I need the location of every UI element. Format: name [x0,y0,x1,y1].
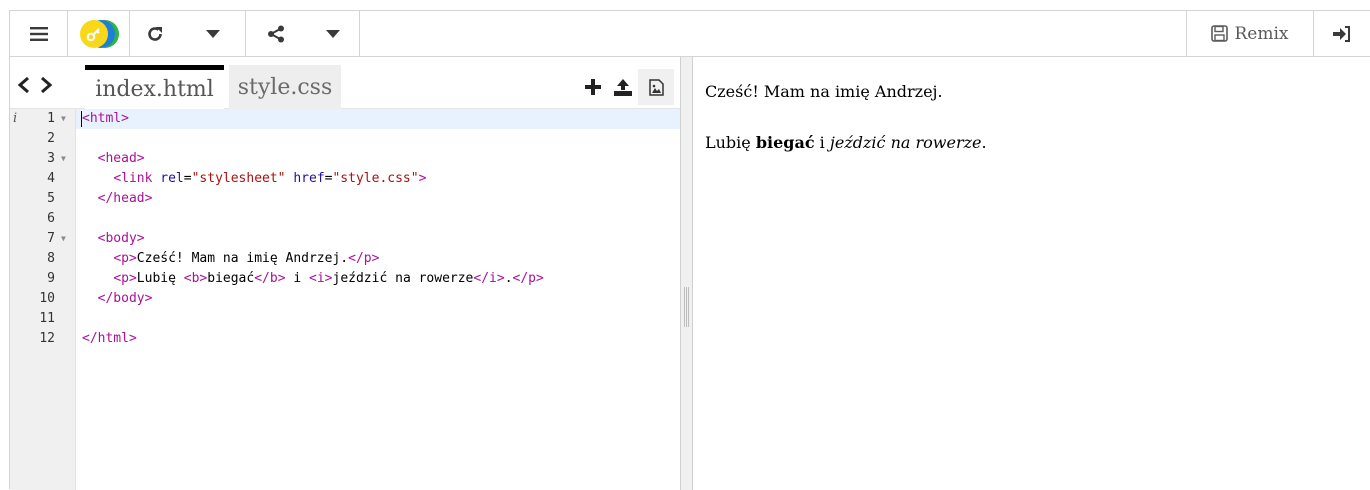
preview-pane: Cześć! Mam na imię Andrzej. Lubię biegać… [693,57,1370,490]
preview-paragraph-2: Lubię biegać i jeździć na rowerze. [705,133,987,152]
code-line[interactable]: </body> [82,289,153,309]
add-file-button[interactable] [578,69,608,105]
tab-index-html[interactable]: index.html [85,65,224,109]
login-button[interactable] [1314,11,1370,56]
code-line[interactable]: <p>Cześć! Mam na imię Andrzej.</p> [82,249,379,269]
preview-paragraph-1: Cześć! Mam na imię Andrzej. [705,82,943,101]
p2-text-end: . [981,133,987,152]
remix-button[interactable]: Remix [1186,11,1314,56]
fold-marker-icon[interactable]: ▼ [61,109,66,129]
plus-icon [585,79,601,95]
next-file-icon[interactable] [38,76,54,94]
menu-button[interactable] [10,11,68,56]
gutter-line: 10 [10,289,76,309]
info-marker[interactable]: i [13,109,17,129]
menu-icon [29,26,48,41]
reload-button[interactable] [130,11,180,56]
line-number: 11 [39,311,55,326]
p2-italic-text: jeździć na rowerze [829,133,982,152]
line-number: 2 [47,131,55,146]
logo-icon [79,19,119,48]
share-dropdown-button[interactable] [306,11,360,56]
line-number: 1 [47,111,55,126]
file-nav [16,73,64,97]
code-line[interactable]: <html> [82,109,129,129]
p2-text-middle: i [814,133,830,152]
p2-bold-text: biegać [755,133,815,152]
gutter-line: 6 [10,209,76,229]
gutter-line: 3 ▼ [10,149,76,169]
reload-icon [148,26,162,41]
tab-style-css[interactable]: style.css [229,65,341,109]
code-line[interactable]: <head> [82,149,145,169]
tab-tools [578,69,674,105]
share-icon [268,25,284,42]
prev-file-icon[interactable] [16,76,32,94]
code-line[interactable]: <body> [82,229,145,249]
share-dropdown-icon [325,29,340,38]
save-icon [1211,25,1229,42]
toolbar: Remix [10,11,1370,57]
pane-splitter[interactable] [680,57,693,490]
remix-label: Remix [1234,23,1289,44]
gutter-line: 11 [10,309,76,329]
code-line[interactable]: </html> [82,329,137,349]
code-area[interactable] [76,109,680,490]
app-frame: Remix index.html style.css i 1 ▼ 2 3 ▼ 4… [9,10,1370,490]
gutter-line: 2 [10,129,76,149]
gutter-line: 5 [10,189,76,209]
image-gallery-button[interactable] [638,69,674,105]
code-line[interactable]: <p>Lubię <b>biegać</b> i <i>jeździć na r… [82,269,544,289]
line-number: 6 [47,211,55,226]
fold-marker-icon[interactable]: ▼ [61,149,66,169]
code-line[interactable]: </head> [82,189,153,209]
line-number: 3 [47,151,55,166]
upload-file-button[interactable] [608,69,638,105]
gutter-line: i 1 ▼ [10,109,76,129]
line-number: 7 [47,231,55,246]
active-line-highlight [76,109,680,129]
image-file-icon [648,78,664,96]
code-editor-pane: index.html style.css i 1 ▼ 2 3 ▼ 4 5 6 7… [10,57,680,490]
logo-button[interactable] [68,11,130,56]
gutter-line: 9 [10,269,76,289]
line-number: 5 [47,191,55,206]
reload-dropdown-button[interactable] [180,11,246,56]
line-number: 4 [47,171,55,186]
gutter-line: 12 [10,329,76,349]
login-icon [1333,25,1350,42]
line-number: 8 [47,251,55,266]
line-number: 9 [47,271,55,286]
line-number: 12 [39,331,55,346]
gutter-line: 8 [10,249,76,269]
fold-marker-icon[interactable]: ▼ [61,229,66,249]
line-number: 10 [39,291,55,306]
gutter-line: 7 ▼ [10,229,76,249]
code-line[interactable]: <link rel="stylesheet" href="style.css"> [82,169,426,189]
upload-icon [614,78,632,96]
dropdown-icon [205,29,220,38]
splitter-grip[interactable] [684,287,689,327]
gutter-line: 4 [10,169,76,189]
share-button[interactable] [246,11,306,56]
file-tab-bar: index.html style.css [10,57,680,109]
p2-text-start: Lubię [705,133,756,152]
